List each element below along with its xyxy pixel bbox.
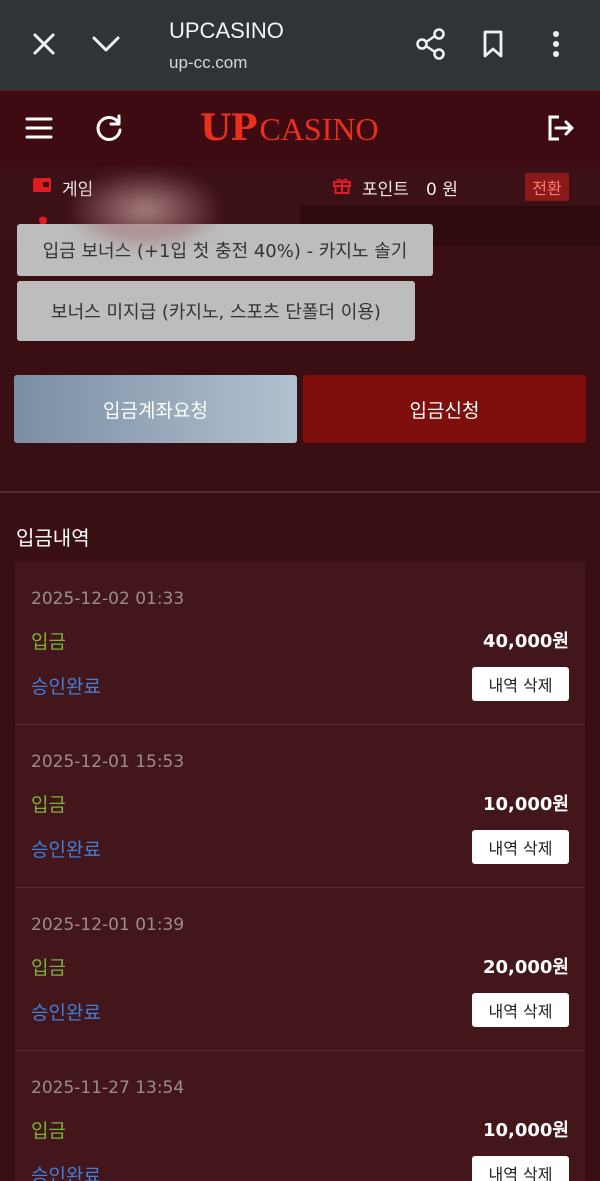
delete-history-button[interactable]: 내역 삭제 xyxy=(472,667,569,701)
site-logo[interactable]: UP CASINO xyxy=(200,107,379,151)
history-item: 2025-12-02 01:33 입금 40,000원 승인완료 내역 삭제 xyxy=(15,562,585,725)
browser-toolbar: UPCASINO up-cc.com xyxy=(0,0,600,90)
history-date: 2025-12-01 15:53 xyxy=(31,752,185,772)
site-header: UP CASINO xyxy=(0,90,600,166)
history-type: 입금 xyxy=(31,1120,66,1142)
section-divider xyxy=(0,491,600,493)
history-item: 2025-11-27 13:54 입금 10,000원 승인완료 내역 삭제 xyxy=(15,1051,585,1181)
logo-up-text: UP xyxy=(200,107,257,149)
deposit-apply-button[interactable]: 입금신청 xyxy=(303,375,586,443)
point-value: 0 원 xyxy=(426,180,458,200)
bonus-option-none[interactable]: 보너스 미지급 (카지노, 스포츠 단폴더 이용) xyxy=(17,281,415,341)
menu-icon[interactable] xyxy=(22,111,56,145)
more-vert-icon[interactable] xyxy=(538,26,574,62)
request-account-button[interactable]: 입금계좌요청 xyxy=(14,375,297,443)
deposit-history-list: 2025-12-02 01:33 입금 40,000원 승인완료 내역 삭제 2… xyxy=(15,562,585,1181)
delete-history-button[interactable]: 내역 삭제 xyxy=(472,993,569,1027)
history-status: 승인완료 xyxy=(31,839,101,861)
bonus-option-none-label: 보너스 미지급 (카지노, 스포츠 단폴더 이용) xyxy=(51,302,381,323)
deposit-history-title: 입금내역 xyxy=(16,526,90,550)
delete-history-button[interactable]: 내역 삭제 xyxy=(472,830,569,864)
history-status: 승인완료 xyxy=(31,1165,101,1181)
history-status: 승인완료 xyxy=(31,676,101,698)
delete-history-button[interactable]: 내역 삭제 xyxy=(472,1156,569,1181)
logo-casino-text: CASINO xyxy=(259,111,379,147)
point-switch-button[interactable]: 전환 xyxy=(525,173,569,201)
history-amount: 10,000원 xyxy=(482,1120,569,1141)
history-item: 2025-12-01 01:39 입금 20,000원 승인완료 내역 삭제 xyxy=(15,888,585,1051)
redacted-blur xyxy=(70,170,220,250)
logout-icon[interactable] xyxy=(544,111,578,145)
history-date: 2025-12-02 01:33 xyxy=(31,589,185,609)
share-icon[interactable] xyxy=(413,26,449,62)
browser-title: UPCASINO xyxy=(169,18,284,43)
history-amount: 40,000원 xyxy=(482,631,569,652)
gift-icon xyxy=(333,177,351,194)
close-tab-icon[interactable] xyxy=(26,26,62,62)
history-date: 2025-12-01 01:39 xyxy=(31,915,185,935)
history-type: 입금 xyxy=(31,631,66,653)
history-date: 2025-11-27 13:54 xyxy=(31,1078,185,1098)
history-item: 2025-12-01 15:53 입금 10,000원 승인완료 내역 삭제 xyxy=(15,725,585,888)
chevron-down-icon[interactable] xyxy=(88,26,124,62)
history-type: 입금 xyxy=(31,957,66,979)
history-status: 승인완료 xyxy=(31,1002,101,1024)
browser-url[interactable]: up-cc.com xyxy=(169,53,247,73)
history-amount: 20,000원 xyxy=(482,957,569,978)
point-label: 포인트 xyxy=(362,180,409,200)
wallet-icon xyxy=(33,178,51,192)
history-type: 입금 xyxy=(31,794,66,816)
refresh-icon[interactable] xyxy=(92,111,126,145)
bookmark-icon[interactable] xyxy=(475,26,511,62)
history-amount: 10,000원 xyxy=(482,794,569,815)
